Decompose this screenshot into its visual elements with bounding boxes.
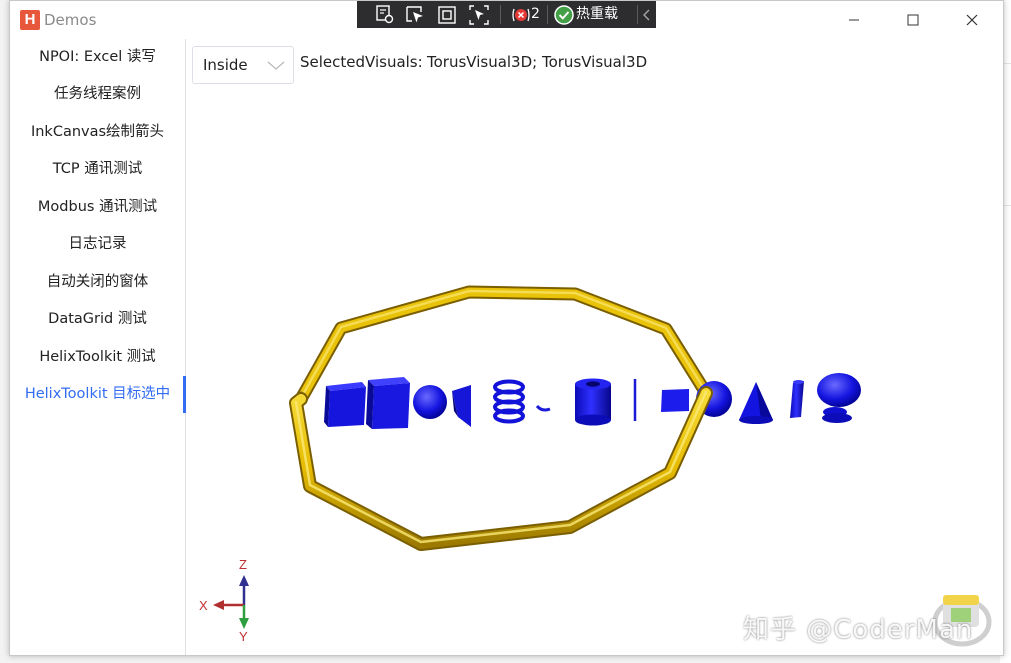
close-button[interactable] bbox=[943, 1, 1001, 39]
teapot-visual[interactable] bbox=[817, 373, 861, 423]
binding-failures-count: 2 bbox=[531, 6, 540, 22]
cube-visual[interactable] bbox=[366, 377, 410, 429]
y-axis-arrow-icon bbox=[239, 618, 249, 629]
toolbar-separator bbox=[637, 5, 638, 24]
sidebar-nav: NPOI: Excel 读写 任务线程案例 InkCanvas绘制箭头 TCP … bbox=[10, 39, 186, 655]
close-icon bbox=[966, 14, 978, 26]
cylinder-visual[interactable] bbox=[790, 380, 804, 418]
collapse-toolbar-button[interactable] bbox=[640, 4, 654, 26]
z-axis-label: Z bbox=[239, 557, 247, 572]
sidebar-item-datagrid-test[interactable]: DataGrid 测试 bbox=[10, 301, 185, 338]
display-layout-adorners-icon bbox=[438, 6, 456, 24]
sphere-visual[interactable] bbox=[413, 385, 447, 419]
chevron-left-icon bbox=[643, 9, 650, 21]
box-visual[interactable] bbox=[324, 382, 366, 427]
sidebar-item-tcp-test[interactable]: TCP 通讯测试 bbox=[10, 151, 185, 188]
x-axis-label: X bbox=[199, 598, 208, 613]
toolbar-separator bbox=[500, 5, 501, 24]
sidebar-item-inkcanvas-arrow[interactable]: InkCanvas绘制箭头 bbox=[10, 114, 185, 151]
rectangle-visual[interactable] bbox=[661, 389, 689, 412]
maximize-icon bbox=[907, 14, 919, 26]
selected-visuals-label: SelectedVisuals: bbox=[300, 53, 423, 71]
binding-failures-button[interactable] bbox=[510, 4, 532, 26]
y-axis-label: Y bbox=[239, 629, 248, 644]
track-focus-button[interactable] bbox=[468, 4, 490, 26]
select-element-icon bbox=[406, 6, 423, 23]
chevron-down-icon bbox=[267, 61, 285, 70]
display-layout-adorners-button[interactable] bbox=[436, 4, 458, 26]
helix-viewport-3d[interactable]: Z X Y bbox=[186, 39, 1003, 655]
window-title: Demos bbox=[44, 11, 97, 29]
live-visual-tree-icon bbox=[376, 5, 394, 24]
app-logo-icon: H bbox=[20, 10, 40, 30]
sidebar-item-auto-close-window[interactable]: 自动关闭的窗体 bbox=[10, 264, 185, 301]
sidebar-item-modbus-test[interactable]: Modbus 通讯测试 bbox=[10, 189, 185, 226]
main-content: Z X Y Inside SelectedVisuals: TorusVisua… bbox=[186, 39, 1003, 655]
x-axis-arrow-icon bbox=[213, 600, 224, 610]
hot-reload-label: 热重载 bbox=[576, 6, 618, 22]
maximize-button[interactable] bbox=[884, 1, 942, 39]
cone-visual[interactable] bbox=[739, 382, 773, 424]
toolbar-separator bbox=[547, 5, 548, 24]
selection-mode-value: Inside bbox=[203, 56, 248, 74]
blue-shapes-row[interactable] bbox=[299, 373, 861, 429]
track-focus-icon bbox=[469, 5, 489, 25]
sidebar-item-logging[interactable]: 日志记录 bbox=[10, 226, 185, 263]
helix-spring-visual[interactable] bbox=[493, 379, 525, 424]
arc-visual[interactable] bbox=[535, 404, 551, 412]
sidebar-item-helixtoolkit-selection[interactable]: HelixToolkit 目标选中 bbox=[10, 376, 186, 413]
watermark-text: 知乎 @CoderMan bbox=[743, 615, 974, 645]
wedge-visual[interactable] bbox=[452, 385, 471, 427]
sidebar-item-task-thread[interactable]: 任务线程案例 bbox=[10, 76, 185, 113]
sidebar-item-npoi-excel[interactable]: NPOI: Excel 读写 bbox=[10, 39, 185, 76]
selection-mode-combobox[interactable]: Inside bbox=[192, 46, 294, 84]
xaml-devtools-toolbar: 2 热重载 bbox=[357, 1, 656, 28]
check-circle-icon bbox=[554, 5, 574, 25]
sidebar-item-helixtoolkit-test[interactable]: HelixToolkit 测试 bbox=[10, 339, 185, 376]
hot-reload-button[interactable] bbox=[553, 4, 575, 26]
live-visual-tree-button[interactable] bbox=[374, 4, 396, 26]
minimize-button[interactable] bbox=[825, 1, 883, 39]
pipe-visual[interactable] bbox=[575, 378, 611, 426]
coordinate-axes: Z X Y bbox=[199, 557, 249, 644]
app-window: H Demos 2 热重载 NPOI: Excel 读写 任务线程案例 InkC… bbox=[9, 0, 1004, 656]
z-axis-arrow-icon bbox=[239, 575, 249, 586]
minimize-icon bbox=[849, 19, 859, 21]
select-element-button[interactable] bbox=[404, 4, 426, 26]
selected-visuals-value: TorusVisual3D; TorusVisual3D bbox=[427, 53, 648, 71]
binding-failure-icon bbox=[512, 8, 530, 22]
